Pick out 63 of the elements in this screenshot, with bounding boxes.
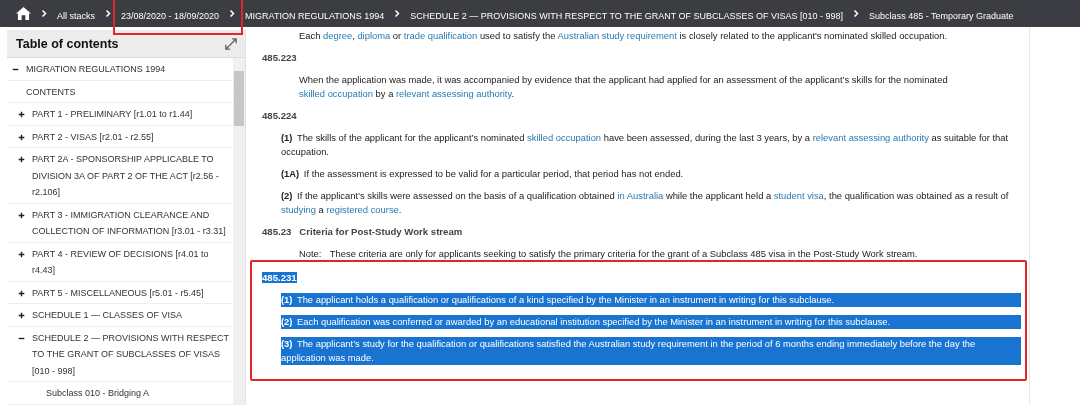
- tree-item-label: Subclass 010 - Bridging A: [46, 387, 150, 400]
- chevron-icon: [41, 9, 47, 18]
- tree-item[interactable]: PART 5 - MISCELLANEOUS [r5.01 - r5.45]: [7, 281, 233, 304]
- section-number: 485.231: [262, 272, 297, 283]
- plus-icon[interactable]: [18, 289, 25, 297]
- tree-item-label: SCHEDULE 1 — CLASSES OF VISA: [32, 309, 183, 322]
- subclause-text: (1A) If the assessment is expressed to be valid for a particular period, that period has not ended.: [281, 167, 685, 181]
- breadcrumb-link[interactable]: 23/08/2020 - 18/09/2020: [121, 8, 220, 23]
- breadcrumb-link[interactable]: Subclass 485 - Temporary Graduate: [869, 8, 1014, 23]
- subclause-text: (2) Each qualification was conferred or awarded by an educational institution specified by the Minister in an instrument in writing for this subclause.: [281, 315, 1021, 329]
- scrollbar-thumb[interactable]: [234, 71, 244, 126]
- tree-item-label: PART 3 - IMMIGRATION CLEARANCE AND COLLECTION OF INFORMATION [r3.01 - r3.31]: [32, 208, 227, 238]
- breadcrumb-link[interactable]: All stacks: [57, 8, 95, 23]
- breadcrumb-link[interactable]: SCHEDULE 2 — PROVISIONS WITH RESPECT TO THE GRANT OF SUBCLASSES OF VISAS [010 - 998]: [410, 8, 844, 23]
- home-icon[interactable]: [16, 7, 31, 20]
- note-text: Note: These criteria are only for applicants seeking to satisfy the primary criteria for the grant of a Subclass 485 visa in the Post-Study Work stream.: [299, 247, 919, 261]
- section-title: Criteria for Post-Study Work stream: [299, 226, 463, 237]
- section-number: 485.223: [262, 52, 297, 63]
- tree-item-label: MIGRATION REGULATIONS 1994: [26, 63, 166, 76]
- plus-icon[interactable]: [18, 250, 25, 258]
- text-link[interactable]: registered course: [326, 204, 399, 215]
- chevron-icon: [853, 9, 860, 18]
- tree-item-label: SCHEDULE 2 — PROVISIONS WITH RESPECT TO THE GRANT OF SUBCLASSES OF VISAS [010 - 998]: [32, 331, 229, 378]
- chevron-icon: [105, 9, 111, 18]
- text-link[interactable]: in Australia: [617, 190, 664, 201]
- chevron-icon: [394, 9, 401, 18]
- text-link[interactable]: diploma: [357, 30, 391, 41]
- text-link[interactable]: trade qualification: [403, 30, 478, 41]
- text-link[interactable]: Australian study requirement: [557, 30, 677, 41]
- text-link[interactable]: skilled occupation: [527, 132, 602, 143]
- tree-item[interactable]: PART 2 - VISAS [r2.01 - r2.55]: [7, 125, 233, 148]
- plus-icon[interactable]: [18, 156, 25, 163]
- text-link[interactable]: skilled occupation: [299, 88, 373, 99]
- tree-item[interactable]: MIGRATION REGULATIONS 1994: [7, 58, 233, 81]
- subclause-text: (1) The skills of the applicant for the applicant’s nominated skilled occupation have been assessed, during the last 3 years, by a relevant assessing authority as suitable for that occupation.: [281, 131, 1010, 159]
- text-link[interactable]: student visa: [773, 190, 824, 201]
- plus-icon[interactable]: [18, 312, 25, 319]
- tree-item-label: PART 2A - SPONSORSHIP APPLICABLE TO DIVISION 3A OF PART 2 OF THE ACT [r2.56 - r2.106]: [32, 153, 220, 199]
- section-number: 485.23: [262, 226, 292, 237]
- text-link[interactable]: studying: [281, 204, 316, 215]
- tree-item-label: PART 2 - VISAS [r2.01 - r2.55]: [32, 130, 154, 144]
- section-number: 485.224: [262, 110, 297, 121]
- tree-item-label: PART 5 - MISCELLANEOUS [r5.01 - r5.45]: [32, 286, 204, 300]
- subclause-text: (3) The applicant’s study for the qualification or qualifications satisfied the Australian study requirement in the period of 6 months ending immediately before the day the application was made.: [281, 337, 1021, 365]
- panel-title: Table of contents: [16, 36, 119, 51]
- tree-item[interactable]: PART 1 - PRELIMINARY [r1.01 to r1.44]: [7, 103, 233, 126]
- plus-icon[interactable]: [18, 133, 25, 141]
- tree-item-label: PART 4 - REVIEW OF DECISIONS [r4.01 to r4.43]: [32, 247, 210, 277]
- tree-item[interactable]: Subclass 010 - Bridging A: [7, 382, 233, 405]
- plus-icon[interactable]: [18, 211, 25, 219]
- text-link[interactable]: relevant assessing authority: [812, 132, 929, 143]
- expand-icon[interactable]: [225, 37, 237, 50]
- subclause-text: (1) The applicant holds a qualification or qualifications of a kind specified by the Minister in an instrument in writing for this subclause.: [281, 293, 1021, 307]
- subclause-text: (2) If the applicant’s skills were assessed on the basis of a qualification obtained in Australia while the applicant held a student visa, the qualification was obtained as a result of studying a registered course.: [281, 189, 1010, 217]
- tree-item[interactable]: SCHEDULE 1 — CLASSES OF VISA: [7, 304, 233, 327]
- tree-item-label: CONTENTS: [26, 85, 76, 99]
- chevron-icon: [229, 9, 236, 18]
- paragraph: Each degree, diploma or trade qualification used to satisfy the Australian study requirement is closely related to the applicant's nominated skilled occupation.: [299, 29, 949, 43]
- paragraph: When the application was made, it was accompanied by evidence that the applicant had applied for an assessment of the applicant’s skills for the nominated skilled occupation by a relevant assessing authority.: [299, 73, 949, 101]
- tree-item[interactable]: CONTENTS: [7, 80, 233, 103]
- tree-item-label: PART 1 - PRELIMINARY [r1.01 to r1.44]: [32, 108, 193, 121]
- plus-icon[interactable]: [18, 111, 25, 118]
- breadcrumb-link[interactable]: MIGRATION REGULATIONS 1994: [245, 8, 385, 23]
